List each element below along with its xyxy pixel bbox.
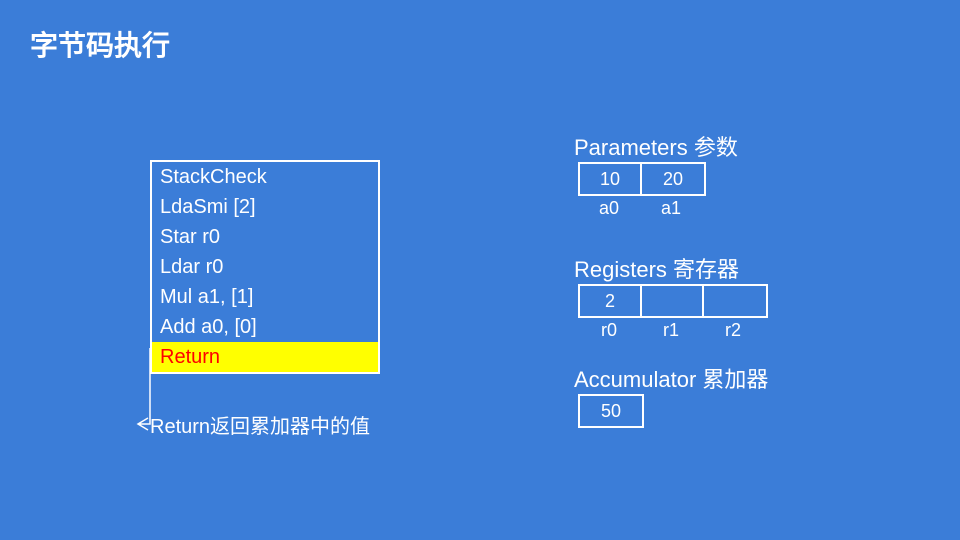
bytecode-line-current: Return (152, 342, 378, 372)
bytecode-line: Mul a1, [1] (152, 282, 378, 312)
parameters-names: a0 a1 (578, 198, 702, 219)
bytecode-line: Ldar r0 (152, 252, 378, 282)
slide-title: 字节码执行 (30, 24, 170, 64)
param-cell: 10 (580, 164, 642, 194)
registers-names: r0 r1 r2 (578, 320, 764, 341)
bytecode-line: StackCheck (152, 162, 378, 192)
reg-cell: 2 (580, 286, 642, 316)
bytecode-line: Star r0 (152, 222, 378, 252)
bytecode-line: LdaSmi [2] (152, 192, 378, 222)
bytecode-list: StackCheck LdaSmi [2] Star r0 Ldar r0 Mu… (150, 160, 380, 374)
reg-name: r2 (702, 320, 764, 341)
registers-label: Registers 寄存器 (574, 252, 739, 284)
param-cell: 20 (642, 164, 704, 194)
explanation-text: Return返回累加器中的值 (150, 414, 380, 440)
registers-cells: 2 (578, 284, 768, 318)
reg-name: r1 (640, 320, 702, 341)
parameters-cells: 10 20 (578, 162, 706, 196)
reg-cell (642, 286, 704, 316)
accumulator-label: Accumulator 累加器 (574, 362, 768, 394)
reg-name: r0 (578, 320, 640, 341)
accumulator-cells: 50 (578, 394, 644, 428)
reg-cell (704, 286, 766, 316)
parameters-label: Parameters 参数 (574, 130, 738, 162)
bytecode-line: Add a0, [0] (152, 312, 378, 342)
acc-cell: 50 (580, 396, 642, 426)
param-name: a0 (578, 198, 640, 219)
param-name: a1 (640, 198, 702, 219)
